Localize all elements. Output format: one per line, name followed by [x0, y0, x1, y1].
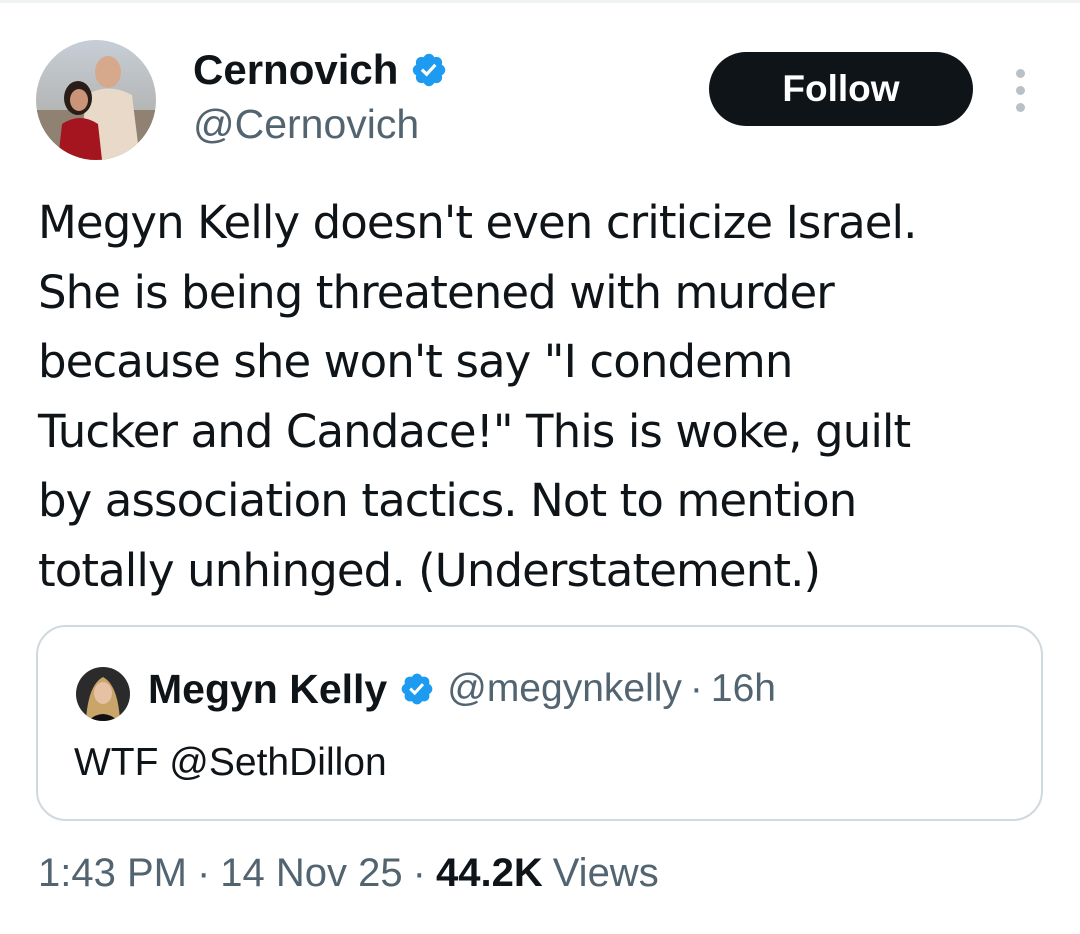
quoted-separator: · [689, 667, 703, 710]
quoted-author-name[interactable]: Megyn Kelly [148, 663, 387, 715]
more-dot [1015, 85, 1025, 95]
top-divider [0, 0, 1080, 3]
meta-separator: · [196, 851, 211, 895]
author-avatar[interactable] [36, 40, 156, 160]
tweet-text: Megyn Kelly doesn't even criticize Israe… [38, 196, 917, 597]
quoted-header: Megyn Kelly @megynkelly · 16h [148, 663, 776, 715]
quoted-tweet-text: WTF @SethDillon [74, 741, 387, 784]
quoted-author-photo [76, 667, 130, 721]
quoted-author-handle[interactable]: @megynkelly [447, 663, 682, 715]
more-dot [1015, 102, 1025, 112]
follow-button[interactable]: Follow [709, 52, 973, 126]
more-vertical-icon[interactable] [1000, 62, 1040, 118]
views-label: Views [552, 851, 659, 895]
more-dot [1015, 68, 1025, 78]
quoted-tweet-card[interactable]: Megyn Kelly @megynkelly · 16h WTF @SethD… [36, 625, 1043, 821]
tweet-date[interactable]: 14 Nov 25 [220, 845, 402, 901]
quoted-avatar[interactable] [76, 667, 130, 721]
quoted-timestamp[interactable]: 16h [711, 663, 776, 715]
tweet-time[interactable]: 1:43 PM [38, 845, 187, 901]
author-handle[interactable]: @Cernovich [193, 98, 419, 150]
author-name[interactable]: Cernovich [193, 44, 398, 96]
views-count: 44.2K [435, 851, 543, 895]
verified-badge-icon [401, 673, 433, 705]
author-photo [36, 40, 156, 160]
verified-badge-icon [413, 53, 446, 87]
meta-separator: · [412, 851, 426, 895]
tweet-meta: 1:43 PM · 14 Nov 25 · 44.2K Views [38, 845, 659, 901]
author-name-row: Cernovich [193, 44, 448, 96]
